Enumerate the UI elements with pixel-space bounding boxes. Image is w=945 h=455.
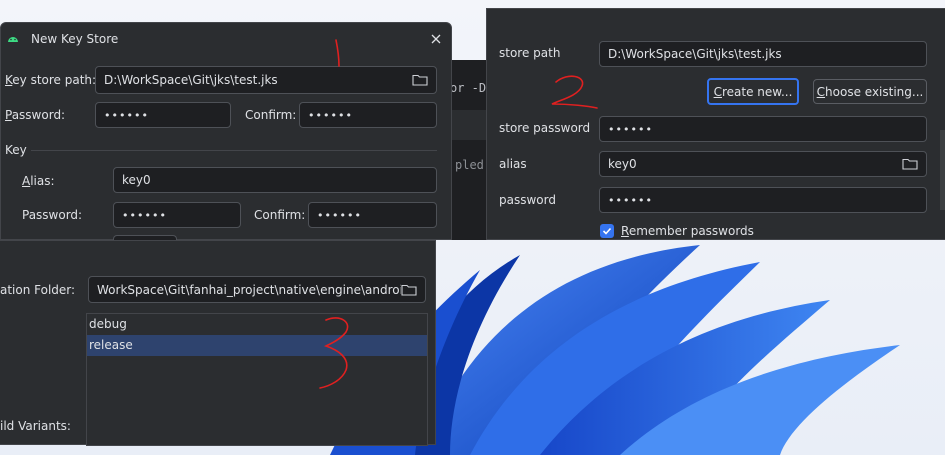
destination-folder-value: WorkSpace\Git\fanhai_project\native\engi… bbox=[97, 282, 401, 297]
build-variants-label: ild Variants: bbox=[0, 419, 71, 433]
keystore-password-label: store password bbox=[499, 121, 591, 135]
editor-text-fragment: pled bbox=[455, 158, 484, 172]
alias-value: key0 bbox=[122, 173, 151, 187]
key-alias-value: key0 bbox=[608, 157, 637, 171]
list-item-debug[interactable]: debug bbox=[87, 314, 427, 335]
list-item-release[interactable]: release bbox=[87, 335, 427, 356]
choose-existing-label: Choose existing... bbox=[816, 84, 924, 99]
key-alias-field[interactable]: key0 bbox=[599, 151, 927, 177]
background-editor: or -D pled bbox=[450, 60, 490, 240]
destination-folder-label: ation Folder: bbox=[0, 283, 76, 297]
build-variants-dialog: ation Folder: WorkSpace\Git\fanhai_proje… bbox=[0, 240, 436, 446]
password-value: •••••• bbox=[104, 108, 149, 122]
keystore-path-field[interactable]: D:\WorkSpace\Git\jks\test.jks bbox=[599, 41, 927, 67]
key-password-value: •••••• bbox=[608, 193, 653, 207]
key-section-divider bbox=[31, 150, 437, 151]
key-confirm-value: •••••• bbox=[317, 208, 362, 222]
dialog-title: New Key Store bbox=[31, 32, 119, 46]
key-confirm-field[interactable]: •••••• bbox=[308, 202, 437, 228]
android-icon bbox=[7, 32, 19, 42]
keystore-password-value: •••••• bbox=[608, 122, 653, 136]
keystore-path-value: D:\WorkSpace\Git\jks\test.jks bbox=[104, 73, 278, 87]
key-password-label: password bbox=[499, 193, 556, 207]
confirm-value: •••••• bbox=[308, 108, 353, 122]
password-field[interactable]: •••••• bbox=[95, 102, 231, 128]
close-icon[interactable] bbox=[429, 32, 443, 46]
scrollbar-edge bbox=[940, 130, 945, 210]
alias-field[interactable]: key0 bbox=[113, 167, 437, 193]
confirm-field[interactable]: •••••• bbox=[299, 102, 437, 128]
choose-existing-button[interactable]: Choose existing... bbox=[813, 79, 927, 104]
key-alias-label: alias bbox=[499, 157, 527, 171]
keystore-path-label: Key store path: bbox=[5, 73, 97, 87]
key-section-label: Key bbox=[5, 143, 27, 157]
key-password-label: Password: bbox=[22, 208, 83, 222]
keystore-path-value: D:\WorkSpace\Git\jks\test.jks bbox=[608, 47, 782, 61]
checkmark-icon bbox=[602, 227, 612, 235]
folder-icon[interactable] bbox=[902, 158, 918, 170]
editor-text-fragment: or -D bbox=[450, 81, 487, 95]
build-variants-list[interactable]: debug release bbox=[86, 313, 428, 446]
create-new-button[interactable]: Create new... bbox=[707, 78, 799, 105]
signing-dialog: store path D:\WorkSpace\Git\jks\test.jks… bbox=[486, 8, 945, 240]
key-password-field[interactable]: •••••• bbox=[599, 187, 927, 213]
key-confirm-label: Confirm: bbox=[254, 208, 306, 222]
password-label: Password: bbox=[5, 108, 66, 122]
destination-folder-field[interactable]: WorkSpace\Git\fanhai_project\native\engi… bbox=[88, 276, 426, 303]
folder-icon[interactable] bbox=[412, 74, 428, 86]
editor-line-highlight bbox=[450, 110, 490, 140]
create-new-label: Create new... bbox=[713, 84, 793, 99]
keystore-path-field[interactable]: D:\WorkSpace\Git\jks\test.jks bbox=[95, 66, 437, 94]
remember-passwords-checkbox[interactable] bbox=[600, 224, 614, 238]
new-key-store-dialog: New Key Store Key store path: D:\WorkSpa… bbox=[0, 22, 452, 241]
keystore-password-field[interactable]: •••••• bbox=[599, 116, 927, 142]
key-password-value: •••••• bbox=[122, 208, 167, 222]
key-password-field[interactable]: •••••• bbox=[113, 202, 241, 228]
confirm-label: Confirm: bbox=[245, 108, 297, 122]
remember-passwords-label: Remember passwords bbox=[621, 224, 754, 238]
folder-icon[interactable] bbox=[401, 284, 417, 296]
alias-label: Alias: bbox=[22, 174, 55, 188]
keystore-path-label: store path bbox=[499, 46, 561, 60]
